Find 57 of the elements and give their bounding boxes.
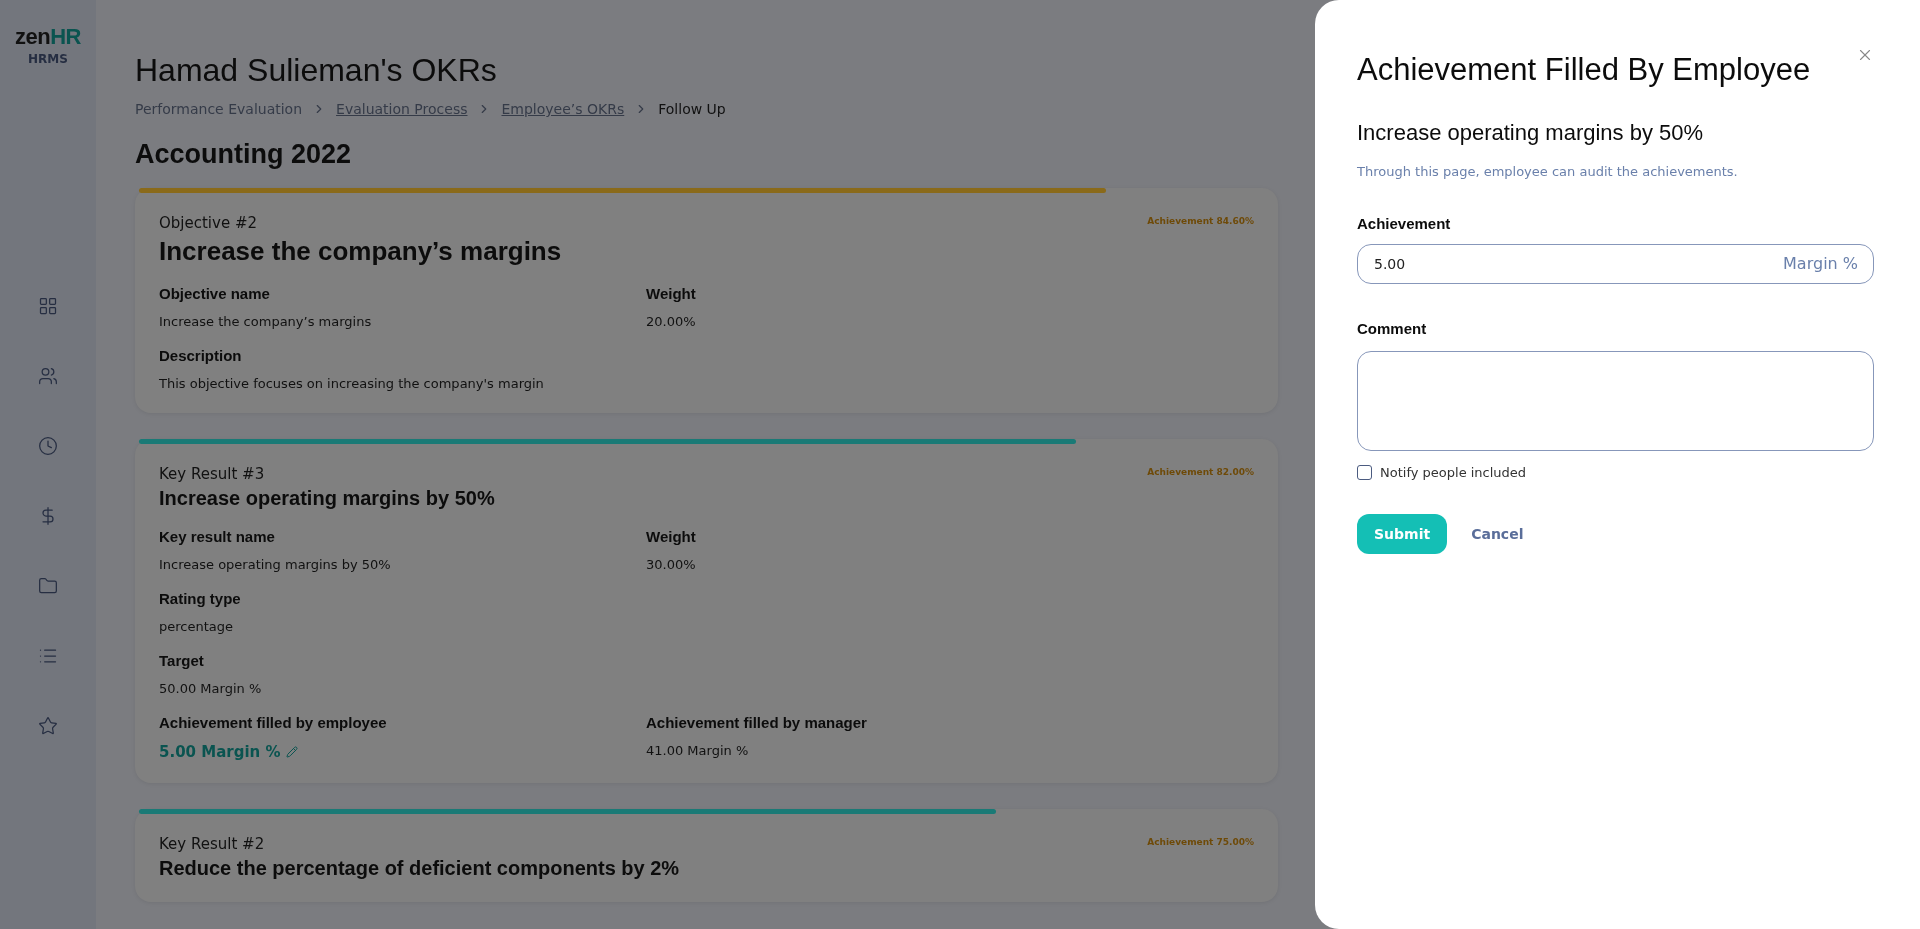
field-label: Weight: [646, 285, 697, 302]
field-label: Objective name: [159, 285, 271, 302]
checkbox-label: Notify people included: [1380, 465, 1527, 480]
breadcrumb-item: Follow Up: [658, 101, 726, 117]
card-label: Objective #2: [159, 214, 257, 232]
drawer-title: Achievement Filled By Employee: [1357, 52, 1811, 88]
card-title: Reduce the percentage of deficient components by 2%: [159, 857, 681, 880]
card-label: Key Result #3: [159, 465, 265, 483]
field-value: percentage: [159, 619, 234, 634]
nav-button[interactable]: [38, 296, 58, 316]
breadcrumb-link[interactable]: Evaluation Process: [336, 101, 468, 117]
achievement-text: Achievement 82.00%: [1147, 467, 1254, 477]
drawer-description: Through this page, employee can audit the achievements.: [1357, 164, 1739, 179]
field-label: Target: [159, 652, 205, 669]
nav-button[interactable]: [38, 436, 58, 456]
field-label: Achievement filled by manager: [646, 714, 868, 731]
logo: zenHR: [15, 24, 81, 50]
breadcrumb-link[interactable]: Employee’s OKRs: [501, 101, 625, 117]
field-value: Increase operating margins by 50%: [159, 557, 392, 572]
card-label: Key Result #2: [159, 835, 265, 853]
submit-button[interactable]: Submit: [1357, 514, 1448, 554]
grid-icon: [38, 296, 58, 316]
users-icon: [38, 366, 58, 386]
field-value: This objective focuses on increasing the company's margin: [159, 376, 545, 391]
field-label: Description: [159, 347, 243, 364]
pencil-icon: [285, 746, 298, 758]
field-label: Comment: [1357, 320, 1428, 337]
card-title: Increase operating margins by 50%: [159, 487, 496, 510]
drawer-subtitle: Increase operating margins by 50%: [1357, 120, 1705, 146]
field-value: 30.00%: [646, 557, 697, 572]
nav-button[interactable]: [38, 366, 58, 386]
field-label: Key result name: [159, 528, 276, 545]
breadcrumb-item: Performance Evaluation: [135, 101, 303, 117]
field-value: Increase the company’s margins: [159, 314, 373, 329]
field-label: Weight: [646, 528, 697, 545]
field-value: 20.00%: [646, 314, 697, 329]
checkbox[interactable]: [1357, 465, 1372, 480]
nav-button[interactable]: [38, 716, 58, 736]
field-value: 41.00 Margin %: [646, 743, 750, 758]
edit-achievement-link[interactable]: 5.00 Margin %: [159, 743, 298, 761]
achievement-text: Achievement 84.60%: [1147, 216, 1254, 226]
card-title: Increase the company’s margins: [159, 236, 563, 267]
page-title: Hamad Sulieman's OKRs: [135, 52, 497, 89]
field-label: Rating type: [159, 590, 242, 607]
cancel-button[interactable]: Cancel: [1465, 525, 1530, 543]
star-icon: [38, 716, 58, 736]
clock-icon: [38, 436, 58, 456]
folder-icon: [38, 576, 58, 596]
field-value: 50.00 Margin %: [159, 681, 263, 696]
achievement-text: Achievement 75.00%: [1147, 837, 1254, 847]
nav-button[interactable]: [38, 576, 58, 596]
field-label: Achievement filled by employee: [159, 714, 388, 731]
comment-field[interactable]: [1357, 351, 1874, 451]
product-name: HRMS: [28, 52, 68, 66]
section-title: Accounting 2022: [135, 139, 352, 170]
field-label: Achievement: [1357, 215, 1452, 232]
unit-label: Margin %: [1783, 254, 1858, 273]
